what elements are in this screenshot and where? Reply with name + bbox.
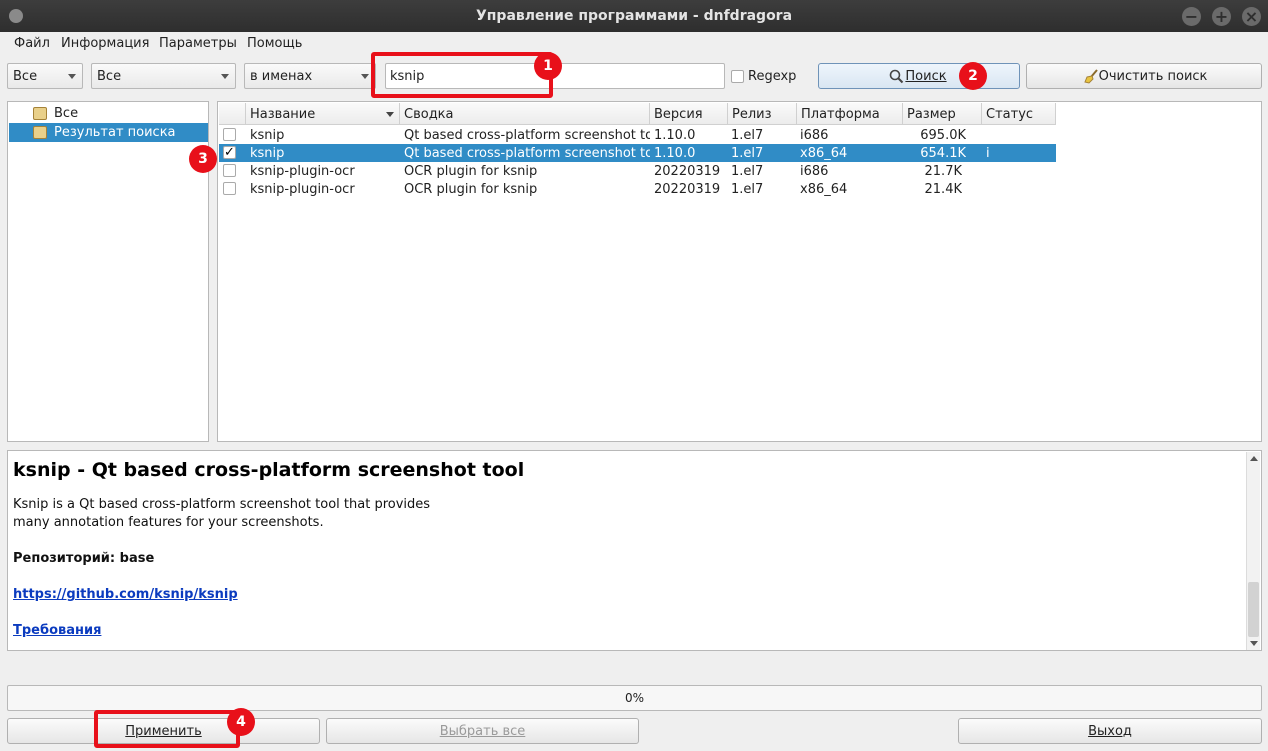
- search-icon: [889, 69, 904, 84]
- cell-release: 1.el7: [731, 146, 764, 161]
- column-header-check[interactable]: [219, 103, 246, 125]
- cell-release: 1.el7: [731, 182, 764, 197]
- close-icon[interactable]: ×: [1242, 7, 1261, 26]
- table-row[interactable]: ksnip-plugin-ocr OCR plugin for ksnip 20…: [219, 180, 1056, 198]
- exit-button[interactable]: Выход: [958, 718, 1262, 744]
- regexp-checkbox[interactable]: [731, 70, 744, 83]
- cell-name: ksnip: [250, 128, 285, 143]
- details-title: ksnip - Qt based cross-platform screensh…: [13, 459, 525, 481]
- column-header-summary[interactable]: Сводка: [400, 103, 650, 125]
- select-all-button-label: Выбрать все: [439, 724, 526, 739]
- cell-name: ksnip: [250, 146, 285, 161]
- scroll-up-icon[interactable]: [1250, 456, 1258, 461]
- cell-version: 1.10.0: [654, 128, 696, 143]
- cell-version: 20220319: [654, 182, 721, 197]
- search-results-icon: [33, 126, 47, 139]
- cell-release: 1.el7: [731, 164, 764, 179]
- cell-size: 21.4K: [924, 182, 962, 197]
- scroll-down-icon[interactable]: [1250, 641, 1258, 646]
- chevron-down-icon: [68, 74, 76, 79]
- search-in-value: в именах: [250, 69, 313, 84]
- column-header-size[interactable]: Размер: [903, 103, 982, 125]
- scrollbar-thumb[interactable]: [1248, 582, 1259, 637]
- sort-down-icon: [386, 112, 394, 117]
- table-row[interactable]: ksnip-plugin-ocr OCR plugin for ksnip 20…: [219, 162, 1056, 180]
- progress-bar: 0%: [7, 685, 1262, 711]
- cell-arch: i686: [800, 128, 829, 143]
- maximize-icon[interactable]: +: [1212, 7, 1231, 26]
- column-header-arch[interactable]: Платформа: [797, 103, 903, 125]
- row-checkbox[interactable]: [223, 164, 236, 177]
- cell-status: i: [986, 146, 990, 161]
- menu-settings[interactable]: Параметры: [159, 36, 237, 51]
- column-header-name[interactable]: Название: [246, 103, 400, 125]
- cell-summary: OCR plugin for ksnip: [404, 164, 538, 179]
- cell-summary: OCR plugin for ksnip: [404, 182, 538, 197]
- package-details: ksnip - Qt based cross-platform screensh…: [7, 450, 1262, 651]
- broom-icon: [1084, 69, 1098, 84]
- folder-icon: [33, 107, 47, 120]
- cell-size: 654.1K: [920, 146, 966, 161]
- row-checkbox[interactable]: [223, 182, 236, 195]
- menubar: Файл Информация Параметры Помощь: [0, 32, 1268, 56]
- column-header-status[interactable]: Статус: [982, 103, 1056, 125]
- annotation-marker: 1: [534, 52, 562, 80]
- cell-size: 21.7K: [924, 164, 962, 179]
- details-url-link[interactable]: https://github.com/ksnip/ksnip: [13, 587, 238, 602]
- row-checkbox[interactable]: [223, 128, 236, 141]
- status-filter-value: Все: [97, 69, 122, 84]
- annotation-marker: 2: [959, 62, 987, 90]
- minimize-icon[interactable]: −: [1182, 7, 1201, 26]
- tree-item-label: Все: [54, 106, 79, 121]
- group-tree: Все Результат поиска: [7, 101, 209, 442]
- window-title: Управление программами - dnfdragora: [475, 8, 793, 24]
- tree-item-search-results[interactable]: Результат поиска: [9, 123, 208, 142]
- tree-item-label: Результат поиска: [54, 125, 176, 140]
- column-header-release[interactable]: Релиз: [728, 103, 797, 125]
- window-titlebar: Управление программами - dnfdragora − + …: [0, 0, 1268, 32]
- cell-release: 1.el7: [731, 128, 764, 143]
- cell-version: 1.10.0: [654, 146, 696, 161]
- annotation-marker: 3: [189, 145, 217, 173]
- column-header-version[interactable]: Версия: [650, 103, 728, 125]
- cell-summary: Qt based cross-platform screenshot tool: [404, 128, 650, 143]
- cell-arch: x86_64: [800, 146, 848, 161]
- regexp-label: Regexp: [748, 69, 797, 84]
- chevron-down-icon: [361, 74, 369, 79]
- cell-arch: x86_64: [800, 182, 848, 197]
- package-table: Название Сводка Версия Релиз Платформа Р…: [217, 101, 1262, 442]
- chevron-down-icon: [221, 74, 229, 79]
- cell-size: 695.0K: [920, 128, 966, 143]
- annotation-highlight: [371, 52, 553, 98]
- annotation-highlight: [94, 710, 240, 748]
- cell-version: 20220319: [654, 164, 721, 179]
- search-in-select[interactable]: в именах: [244, 63, 376, 89]
- details-scrollbar[interactable]: [1246, 452, 1260, 650]
- details-repository: Репозиторий: base: [13, 551, 155, 566]
- cell-name: ksnip-plugin-ocr: [250, 164, 355, 179]
- clear-search-button[interactable]: Очистить поиск: [1026, 63, 1262, 89]
- menu-help[interactable]: Помощь: [247, 36, 302, 51]
- select-all-button[interactable]: Выбрать все: [326, 718, 639, 744]
- details-description-line: Ksnip is a Qt based cross-platform scree…: [13, 497, 431, 512]
- row-checkbox-checked[interactable]: ✓: [223, 146, 236, 159]
- group-filter-value: Все: [13, 69, 38, 84]
- details-requirements-link[interactable]: Требования: [13, 623, 101, 638]
- tree-item-all[interactable]: Все: [9, 104, 208, 123]
- cell-arch: i686: [800, 164, 829, 179]
- group-filter-select[interactable]: Все: [7, 63, 83, 89]
- menu-info[interactable]: Информация: [61, 36, 149, 51]
- progress-label: 0%: [624, 691, 645, 705]
- annotation-marker: 4: [227, 708, 255, 736]
- cell-name: ksnip-plugin-ocr: [250, 182, 355, 197]
- details-description-line: many annotation features for your screen…: [13, 515, 324, 530]
- exit-button-label: Выход: [1088, 724, 1132, 739]
- search-button[interactable]: Поиск: [818, 63, 1020, 89]
- cell-summary: Qt based cross-platform screenshot tool: [404, 146, 650, 161]
- status-filter-select[interactable]: Все: [91, 63, 236, 89]
- table-row-selected[interactable]: ✓ ksnip Qt based cross-platform screensh…: [219, 144, 1056, 162]
- menu-file[interactable]: Файл: [14, 36, 50, 51]
- table-row[interactable]: ksnip Qt based cross-platform screenshot…: [219, 126, 1056, 144]
